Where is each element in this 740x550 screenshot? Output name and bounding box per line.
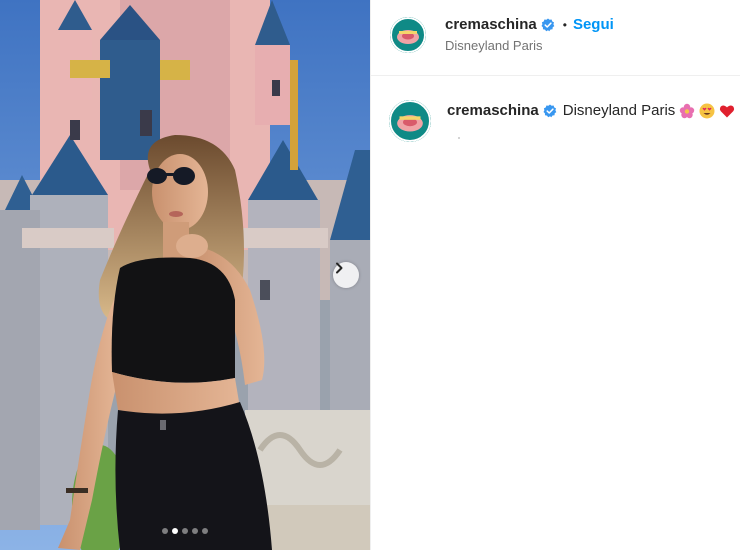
carousel-indicator bbox=[0, 528, 370, 534]
carousel-dot[interactable] bbox=[182, 528, 188, 534]
caption-avatar[interactable] bbox=[389, 100, 431, 142]
loading-dot bbox=[458, 137, 460, 139]
carousel-dot-active[interactable] bbox=[172, 528, 178, 534]
separator-dot: • bbox=[562, 17, 567, 32]
post-header: cremaschina • Segui Disneyland Paris bbox=[371, 0, 740, 76]
carousel-dot[interactable] bbox=[162, 528, 168, 534]
caption-username[interactable]: cremaschina bbox=[447, 102, 539, 119]
flower-emoji-icon bbox=[680, 103, 695, 118]
avatar[interactable] bbox=[390, 17, 426, 53]
post-side-panel: cremaschina • Segui Disneyland Paris cre… bbox=[370, 0, 740, 550]
heart-eyes-emoji-icon bbox=[699, 103, 715, 118]
caption-body: Disneyland Paris bbox=[562, 102, 676, 119]
chevron-right-icon bbox=[336, 262, 343, 274]
post-image bbox=[0, 0, 370, 550]
verified-badge-icon bbox=[543, 104, 557, 117]
username[interactable]: cremaschina bbox=[445, 16, 537, 33]
post-photo[interactable] bbox=[0, 0, 370, 550]
location-link[interactable]: Disneyland Paris bbox=[445, 38, 614, 53]
carousel-dot[interactable] bbox=[192, 528, 198, 534]
follow-button[interactable]: Segui bbox=[573, 16, 614, 33]
instagram-post: cremaschina • Segui Disneyland Paris cre… bbox=[0, 0, 740, 550]
verified-badge-icon bbox=[541, 18, 555, 31]
header-text: cremaschina • Segui Disneyland Paris bbox=[445, 16, 614, 53]
carousel-next-button[interactable] bbox=[333, 262, 359, 288]
caption-text: cremaschina Disneyland Paris bbox=[447, 102, 735, 119]
carousel-dot[interactable] bbox=[202, 528, 208, 534]
red-heart-emoji-icon bbox=[720, 105, 735, 117]
